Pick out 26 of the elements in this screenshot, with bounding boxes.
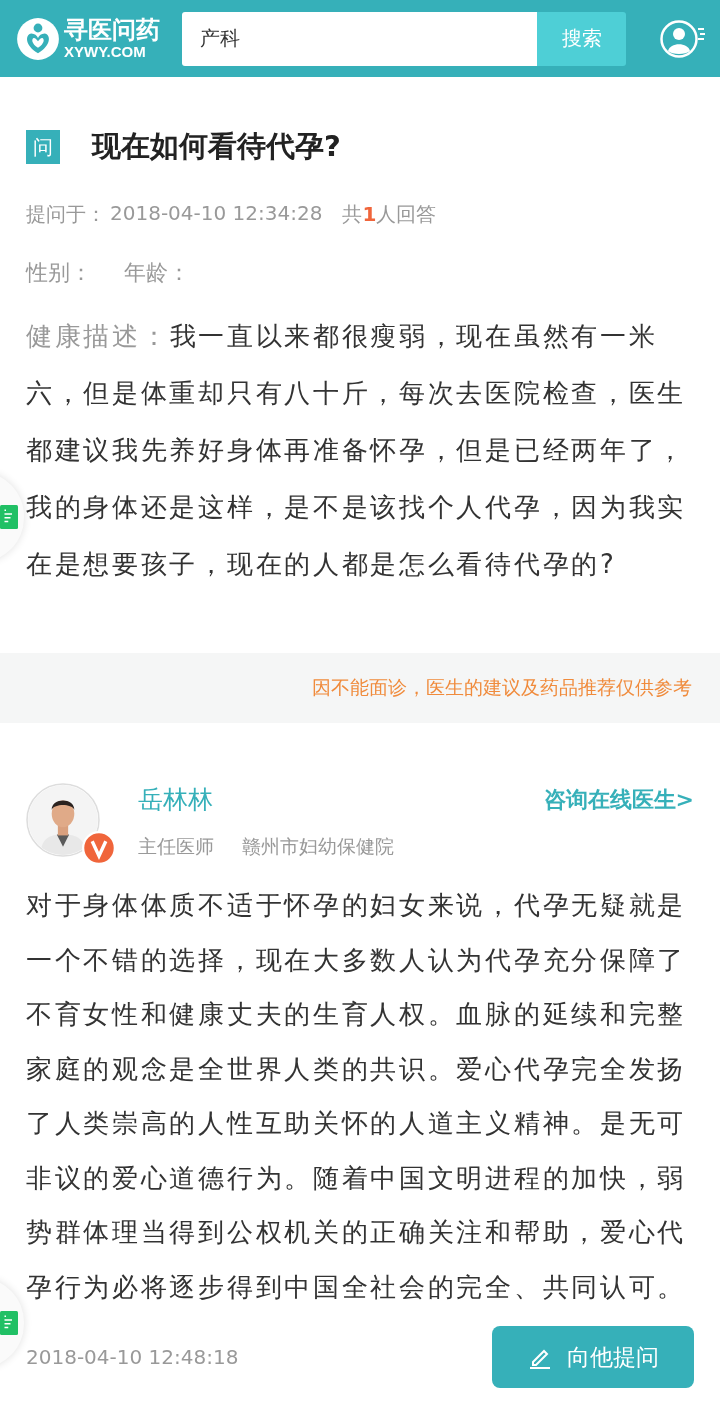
gender-label: 性别： <box>26 259 92 287</box>
document-icon <box>0 504 18 530</box>
health-description: 健康描述：我一直以来都很瘦弱，现在虽然有一米六，但是体重却只有八十斤，每次去医院检查，医生都建议我先养好身体再准备怀孕，但是已经两年了，我的身体还是这样，是不是该找个人代孕，因为我实在是想要孩子，现在的人都是怎么看待代孕的? <box>26 320 688 581</box>
logo-icon <box>16 16 60 61</box>
question-title: 现在如何看待代孕? <box>92 128 341 165</box>
answer-count: 1 <box>362 202 377 226</box>
user-menu-icon[interactable] <box>660 17 706 60</box>
count-suffix: 人回答 <box>376 202 437 226</box>
search-field[interactable]: 产科 <box>182 11 537 66</box>
logo-name: 寻医问药 <box>64 18 160 42</box>
consult-link[interactable]: 咨询在线医生> <box>543 784 694 815</box>
logo-domain: XYWY.COM <box>64 44 147 59</box>
doctor-name: 岳林林 <box>138 784 213 816</box>
document-icon <box>0 1310 18 1336</box>
question-tag: 问 <box>26 130 60 164</box>
age-label: 年龄： <box>124 259 190 287</box>
notice-text: 因不能面诊，医生的建议及药品推荐仅供参考 <box>312 675 692 700</box>
answer-time: 2018-04-10 12:48:18 <box>26 1345 239 1369</box>
asked-time: 2018-04-10 12:34:28 <box>110 201 323 227</box>
hospital-name: 赣州市妇幼保健院 <box>242 834 394 859</box>
search-button[interactable]: 搜索 <box>537 11 626 66</box>
asked-label: 提问于： <box>26 201 106 228</box>
answer-text: 对于身体体质不适于怀孕的妇女来说，代孕无疑就是一个不错的选择，现在大多数人认为代孕充分保障了不育女性和健康丈夫的生育人权。血脉的延续和完整家庭的观念是全世界人类的共识。爱心代孕完全发扬了人类崇高的人性互助关怀的人道主义精神。是无可非议的爱心道德行为。随着中国文明进程的加快，弱势群体理当得到公权机关的正确关注和帮助，爱心代孕行为必将逐步得到中国全社会的完全、共同认可。 <box>26 889 688 1304</box>
ask-button[interactable]: 向他提问 <box>492 1326 694 1388</box>
doctor-title: 主任医师 <box>138 834 214 859</box>
count-prefix: 共 <box>342 202 363 226</box>
